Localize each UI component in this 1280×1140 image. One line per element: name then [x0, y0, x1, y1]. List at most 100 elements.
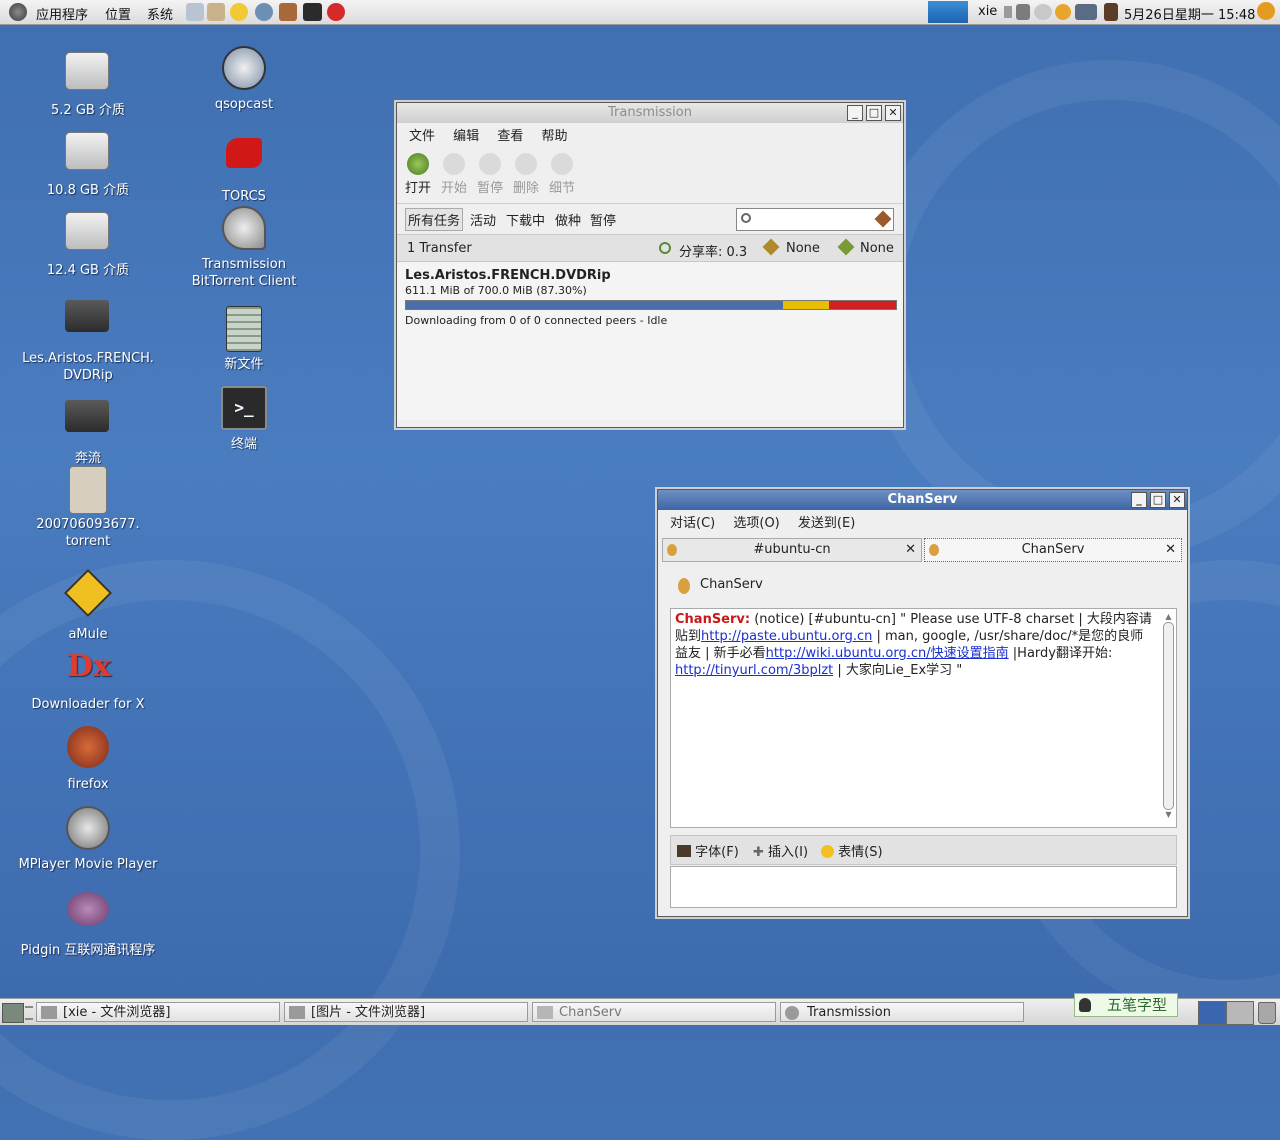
maximize-button[interactable]: □ [1150, 492, 1166, 508]
satellite-launcher-icon[interactable] [186, 3, 204, 21]
chat-icon [537, 1006, 553, 1019]
menu-send-to[interactable]: 发送到(E) [791, 512, 862, 536]
foot-menu-icon[interactable] [9, 3, 27, 21]
desktop-icon-torrent-file[interactable]: 200706093677. torrent [13, 466, 163, 550]
filter-all[interactable]: 所有任务 [405, 208, 464, 231]
wiki-link[interactable]: http://wiki.ubuntu.org.cn/快速设置指南 [766, 646, 1009, 661]
torrent-status: Downloading from 0 of 0 connected peers … [405, 314, 668, 327]
window-titlebar[interactable]: Transmission _ □ ✕ [397, 103, 903, 123]
search-field[interactable] [736, 208, 894, 231]
desktop-icon-transmission[interactable]: Transmission BitTorrent Client [169, 206, 319, 290]
desktop-icon-drive-5-2gb[interactable]: 5.2 GB 介质 [13, 46, 163, 119]
scroll-down-icon[interactable]: ▼ [1163, 810, 1174, 820]
open-button[interactable]: 打开 [401, 153, 435, 196]
clear-search-icon[interactable] [874, 210, 892, 228]
tray-list-icon[interactable] [1004, 6, 1012, 18]
task-file-browser-pictures[interactable]: [图片 - 文件浏览器] [284, 1002, 528, 1022]
pause-button[interactable]: 暂停 [473, 153, 507, 196]
maximize-button[interactable]: □ [866, 105, 882, 121]
close-button[interactable]: ✕ [885, 105, 901, 121]
message-input[interactable] [670, 866, 1177, 908]
task-label: [xie - 文件浏览器] [63, 1005, 171, 1020]
user-name[interactable]: xie [978, 4, 997, 19]
printer-icon[interactable] [1104, 3, 1118, 21]
close-tab-icon[interactable]: ✕ [1165, 539, 1176, 561]
smiley-button[interactable]: 表情(S) [821, 841, 883, 860]
plus-icon: ✚ [753, 845, 764, 860]
apple-launcher-icon[interactable] [327, 3, 345, 21]
menu-view[interactable]: 查看 [490, 125, 530, 149]
menu-applications[interactable]: 应用程序 [36, 4, 88, 23]
workspace-1[interactable] [1198, 1001, 1226, 1025]
terminal-launcher-icon[interactable] [303, 3, 322, 21]
desktop-icon-qsopcast[interactable]: qsopcast [169, 46, 319, 113]
d4x-icon: Dx [67, 649, 111, 684]
scroll-up-icon[interactable]: ▲ [1163, 612, 1174, 622]
menu-places[interactable]: 位置 [105, 4, 131, 23]
filter-seeding[interactable]: 做种 [555, 210, 581, 229]
desktop-icon-torcs[interactable]: TORCS [169, 126, 319, 205]
menu-system[interactable]: 系统 [147, 4, 173, 23]
desktop-icon-drive-10-8gb[interactable]: 10.8 GB 介质 [13, 126, 163, 199]
close-button[interactable]: ✕ [1169, 492, 1185, 508]
desktop-icon-firefox[interactable]: firefox [13, 726, 163, 793]
bottom-panel: [xie - 文件浏览器] [图片 - 文件浏览器] ChanServ Tran… [0, 993, 1280, 1025]
menu-help[interactable]: 帮助 [534, 125, 574, 149]
desktop-icon-pidgin[interactable]: Pidgin 互联网通讯程序 [13, 886, 163, 959]
desktop-icon-terminal[interactable]: >_ 终端 [169, 386, 319, 453]
torrent-row[interactable]: Les.Aristos.FRENCH.DVDRip 611.1 MiB of 7… [405, 268, 897, 327]
paint-launcher-icon[interactable] [279, 3, 297, 21]
start-button[interactable]: 开始 [437, 153, 471, 196]
task-chanserv[interactable]: ChanServ [532, 1002, 776, 1022]
globe-launcher-icon[interactable] [255, 3, 273, 21]
details-label: 细节 [548, 181, 575, 196]
power-icon[interactable] [1257, 2, 1275, 20]
gear-icon[interactable] [1055, 4, 1071, 20]
task-file-browser-xie[interactable]: [xie - 文件浏览器] [36, 1002, 280, 1022]
transmission-icon [785, 1006, 799, 1020]
font-button[interactable]: 字体(F) [677, 841, 739, 860]
desktop-icon-amule[interactable]: aMule [13, 568, 163, 643]
window-titlebar[interactable]: ChanServ _ □ ✕ [658, 490, 1187, 510]
tray-app-icon[interactable] [1075, 4, 1097, 20]
menu-options[interactable]: 选项(O) [726, 512, 786, 536]
show-desktop-icon[interactable] [2, 1003, 24, 1023]
close-tab-icon[interactable]: ✕ [905, 539, 916, 561]
desktop-icon-folder-les-aristos[interactable]: Les.Aristos.FRENCH. DVDRip [13, 290, 163, 384]
filter-active[interactable]: 活动 [470, 210, 496, 229]
tab-chanserv[interactable]: ChanServ ✕ [924, 538, 1182, 562]
filter-downloading[interactable]: 下载中 [506, 210, 545, 229]
input-method-indicator[interactable]: 五笔字型 [1074, 993, 1178, 1017]
tab-ubuntu-cn[interactable]: #ubuntu-cn ✕ [662, 538, 922, 562]
tinyurl-link[interactable]: http://tinyurl.com/3bplzt [675, 663, 833, 678]
menu-edit[interactable]: 编辑 [446, 125, 486, 149]
scroll-thumb[interactable] [1163, 622, 1174, 810]
desktop-icon-new-file[interactable]: 新文件 [169, 306, 319, 373]
tray-network-icon[interactable] [1034, 4, 1052, 20]
desktop-icon-downloader-for-x[interactable]: Dx Downloader for X [13, 646, 163, 713]
minimize-button[interactable]: _ [847, 105, 863, 121]
message-history[interactable]: ChanServ: (notice) [#ubuntu-cn] " Please… [670, 608, 1177, 828]
smiley-launcher-icon[interactable] [230, 3, 248, 21]
terminal-icon: >_ [221, 386, 267, 430]
desktop-icon-folder-benliu[interactable]: 奔流 [13, 390, 163, 467]
filter-paused[interactable]: 暂停 [590, 210, 616, 229]
clock[interactable]: 5月26日星期一 15:48 [1124, 4, 1255, 23]
minimize-button[interactable]: _ [1131, 492, 1147, 508]
task-transmission[interactable]: Transmission [780, 1002, 1024, 1022]
workspace-2[interactable] [1226, 1001, 1254, 1025]
scrollbar[interactable]: ▲ ▼ [1163, 612, 1174, 822]
volume-icon[interactable] [1016, 4, 1030, 20]
desktop-icon-mplayer[interactable]: MPlayer Movie Player [13, 806, 163, 873]
details-button[interactable]: 细节 [545, 153, 579, 196]
trash-icon[interactable] [1258, 1002, 1276, 1024]
desktop-icon-drive-12-4gb[interactable]: 12.4 GB 介质 [13, 206, 163, 279]
insert-button[interactable]: ✚ 插入(I) [753, 841, 808, 860]
drive-icon [65, 212, 109, 250]
menu-conversation[interactable]: 对话(C) [663, 512, 722, 536]
menu-file[interactable]: 文件 [402, 125, 442, 149]
remove-button[interactable]: 删除 [509, 153, 543, 196]
amule-icon [63, 568, 113, 618]
paste-link[interactable]: http://paste.ubuntu.org.cn [701, 629, 872, 644]
mail-launcher-icon[interactable] [207, 3, 225, 21]
